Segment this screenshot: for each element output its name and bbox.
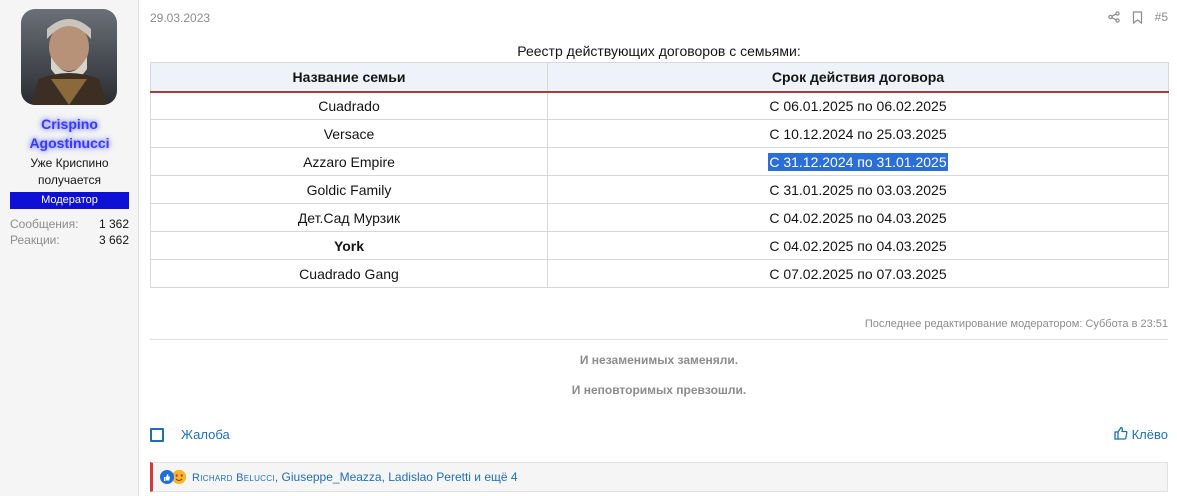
family-cell: Cuadrado Gang xyxy=(150,259,548,288)
stat-label: Реакции: xyxy=(10,233,60,247)
post-actions: #5 xyxy=(1107,9,1168,25)
family-cell: Goldic Family xyxy=(150,175,548,204)
column-header-term: Срок действия договора xyxy=(547,62,1169,93)
user-stats: Сообщения: 1 362 Реакции: 3 662 xyxy=(10,216,129,248)
stat-label: Сообщения: xyxy=(10,217,79,231)
post-number[interactable]: #5 xyxy=(1155,9,1168,25)
username-line-1: Crispino xyxy=(41,116,98,132)
signature-line-1: И незаменимых заменяли. xyxy=(579,353,739,367)
reactions-list[interactable]: Richard Belucci, Giuseppe_Meazza, Ladisl… xyxy=(192,470,518,484)
table-caption: Реестр действующих договоров с семьями: xyxy=(517,43,801,59)
stat-messages: Сообщения: 1 362 xyxy=(10,216,129,232)
table-row: Cuadrado Gang С 07.02.2025 по 07.03.2025 xyxy=(150,259,1169,288)
family-cell: York xyxy=(150,231,548,260)
table-row: Versace С 10.12.2024 по 25.03.2025 xyxy=(150,119,1169,148)
like-button[interactable]: Клёво xyxy=(1113,426,1168,443)
username-line-2: Agostinucci xyxy=(29,135,110,151)
username[interactable]: Crispino Agostinucci xyxy=(0,115,139,153)
post-date[interactable]: 29.03.2023 xyxy=(150,11,210,25)
role-badge: Модератор xyxy=(10,192,129,209)
term-cell: С 31.12.2024 по 31.01.2025 xyxy=(547,147,1169,176)
thumbs-up-icon xyxy=(1113,426,1128,443)
share-icon[interactable] xyxy=(1107,9,1120,25)
like-reaction-icon xyxy=(160,470,174,484)
family-name-bold: York xyxy=(333,237,365,254)
table-row: Дет.Сад Мурзик С 04.02.2025 по 04.03.202… xyxy=(150,203,1169,232)
selected-text: С 31.12.2024 по 31.01.2025 xyxy=(768,152,948,171)
term-cell: С 10.12.2024 по 25.03.2025 xyxy=(547,119,1169,148)
love-reaction-icon xyxy=(172,470,186,484)
stat-reactions: Реакции: 3 662 xyxy=(10,232,129,248)
family-cell: Azzaro Empire xyxy=(150,147,548,176)
stat-value: 1 362 xyxy=(98,217,129,231)
stat-value: 3 662 xyxy=(98,233,129,247)
table-row: Cuadrado С 06.01.2025 по 06.02.2025 xyxy=(150,91,1169,120)
user-panel: Crispino Agostinucci Уже Криспино получа… xyxy=(0,0,139,496)
family-cell: Cuadrado xyxy=(150,91,548,120)
user-title-line-2: получается xyxy=(38,173,101,187)
signature-divider xyxy=(150,339,1168,340)
family-cell: Дет.Сад Мурзик xyxy=(150,203,548,232)
like-label: Клёво xyxy=(1131,427,1168,442)
bookmark-icon[interactable] xyxy=(1132,9,1143,25)
table-row: Goldic Family С 31.01.2025 по 03.03.2025 xyxy=(150,175,1169,204)
table-row: York С 04.02.2025 по 04.03.2025 xyxy=(150,231,1169,260)
reactions-bar[interactable]: Richard Belucci, Giuseppe_Meazza, Ladisl… xyxy=(150,462,1168,492)
user-title: Уже Криспино получается xyxy=(0,155,139,189)
contracts-table: Название семьи Срок действия договора Cu… xyxy=(150,62,1169,288)
table-header-row: Название семьи Срок действия договора xyxy=(150,62,1169,93)
term-cell: С 07.02.2025 по 07.03.2025 xyxy=(547,259,1169,288)
signature-line-2: И неповторимых превзошли. xyxy=(571,383,747,397)
last-edit-note: Последнее редактирование модератором: Су… xyxy=(864,318,1168,330)
post-content: 29.03.2023 #5 Реестр действующих договор… xyxy=(150,0,1169,496)
avatar[interactable] xyxy=(21,9,117,105)
report-checkbox[interactable] xyxy=(150,427,164,442)
term-cell: С 04.02.2025 по 04.03.2025 xyxy=(547,231,1169,260)
term-cell: С 31.01.2025 по 03.03.2025 xyxy=(547,175,1169,204)
reaction-users-rest[interactable]: , Giuseppe_Meazza, Ladislao Peretti и ещ… xyxy=(275,470,518,484)
reaction-icons xyxy=(160,470,186,484)
term-cell: С 04.02.2025 по 04.03.2025 xyxy=(547,203,1169,232)
user-title-line-1: Уже Криспино xyxy=(30,156,109,170)
report-link[interactable]: Жалоба xyxy=(181,427,230,442)
table-row: Azzaro Empire С 31.12.2024 по 31.01.2025 xyxy=(150,147,1169,176)
report-action[interactable]: Жалоба xyxy=(150,427,230,442)
term-cell: С 06.01.2025 по 06.02.2025 xyxy=(547,91,1169,120)
column-header-family: Название семьи xyxy=(150,62,548,93)
reaction-user-first[interactable]: Richard Belucci xyxy=(192,472,275,484)
family-cell: Versace xyxy=(150,119,548,148)
